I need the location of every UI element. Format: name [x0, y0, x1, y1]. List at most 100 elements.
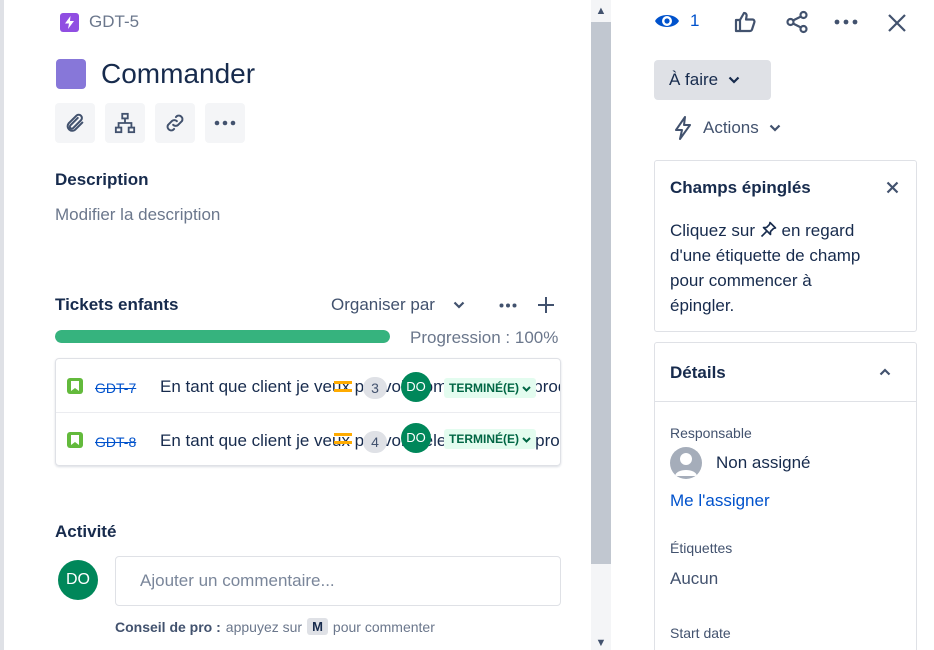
- assign-to-me-link[interactable]: Me l'assigner: [670, 491, 770, 511]
- labels-value[interactable]: Aucun: [670, 569, 718, 589]
- pinned-help-line: Cliquez sur en regard: [670, 218, 905, 243]
- chevron-down-icon: [522, 437, 532, 443]
- comment-input[interactable]: [115, 556, 561, 606]
- status-badge[interactable]: TERMINÉ(E): [444, 378, 537, 398]
- chevron-down-icon: [453, 301, 465, 309]
- pro-tip: Conseil de pro : appuyez sur M pour comm…: [115, 618, 435, 635]
- story-icon: [67, 432, 83, 448]
- pinned-fields-help: Cliquez sur en regard d'une étiquette de…: [670, 218, 905, 318]
- eye-icon: [655, 15, 679, 27]
- link-issue-button[interactable]: [155, 103, 195, 143]
- actions-label: Actions: [703, 118, 759, 137]
- priority-medium-icon: [334, 441, 352, 444]
- story-points-badge: 4: [363, 431, 387, 453]
- details-panel: Détails Responsable Non assigné Me l'ass…: [654, 342, 917, 650]
- list-item[interactable]: GDT-8 En tant que client je veux pouvoir…: [56, 412, 560, 465]
- children-more-button[interactable]: [497, 296, 519, 314]
- details-title: Détails: [670, 363, 726, 382]
- add-child-button[interactable]: [105, 103, 145, 143]
- left-edge: [0, 0, 4, 650]
- child-issue-key[interactable]: GDT-8: [95, 434, 136, 450]
- description-field[interactable]: Modifier la description: [55, 205, 220, 225]
- close-button[interactable]: [884, 10, 910, 36]
- more-icon: [499, 303, 517, 307]
- list-item[interactable]: GDT-7 En tant que client je veux pouvoir…: [56, 359, 560, 412]
- pinned-fields-title: Champs épinglés: [670, 178, 811, 197]
- avatar[interactable]: DO: [401, 372, 431, 402]
- pinned-help-line: épingler.: [670, 296, 735, 315]
- scroll-down-icon[interactable]: ▼: [591, 634, 611, 650]
- title-row: Commander: [56, 58, 255, 90]
- thumbs-up-icon: [734, 11, 756, 33]
- actions-dropdown[interactable]: Actions: [673, 116, 781, 140]
- scrollbar-thumb[interactable]: [591, 22, 611, 564]
- pro-tip-label: Conseil de pro :: [115, 618, 221, 635]
- avatar: DO: [58, 560, 98, 600]
- progress-bar: [55, 330, 390, 343]
- status-dropdown[interactable]: À faire: [654, 60, 771, 100]
- progress-bar-fill: [55, 330, 390, 343]
- page-title[interactable]: Commander: [101, 58, 255, 90]
- pinned-fields-panel: Champs épinglés Cliquez sur en regard d'…: [654, 160, 917, 332]
- child-issues-heading: Tickets enfants: [55, 295, 179, 314]
- assignee-field[interactable]: Non assigné: [670, 447, 811, 479]
- epic-color-swatch: [56, 59, 86, 89]
- organize-by-dropdown[interactable]: Organiser par: [331, 295, 465, 315]
- plus-icon: [538, 297, 554, 313]
- scroll-up-icon[interactable]: ▲: [591, 2, 611, 20]
- vote-button[interactable]: [732, 9, 758, 35]
- assignee-value: Non assigné: [716, 453, 811, 472]
- more-icon: [834, 19, 858, 25]
- epic-icon: [60, 12, 79, 32]
- chevron-down-icon: [728, 76, 740, 84]
- story-points-badge: 3: [363, 377, 387, 399]
- description-heading: Description: [55, 170, 149, 189]
- details-header[interactable]: Détails: [655, 343, 916, 402]
- link-icon: [166, 114, 184, 132]
- status-badge[interactable]: TERMINÉ(E): [444, 429, 537, 449]
- lightning-icon: [675, 116, 691, 140]
- child-issues-list: GDT-7 En tant que client je veux pouvoir…: [55, 358, 561, 466]
- status-badge-label: TERMINÉ(E): [449, 381, 519, 395]
- progress-label: Progression : 100%: [410, 328, 559, 347]
- chevron-up-icon: [879, 368, 891, 376]
- status-dropdown-label: À faire: [669, 70, 719, 89]
- assignee-label: Responsable: [670, 425, 752, 441]
- chevron-down-icon: [522, 386, 532, 392]
- issue-toolbar: [55, 103, 245, 143]
- pinned-help-before: Cliquez sur: [670, 221, 756, 240]
- pin-icon: [760, 221, 777, 238]
- story-icon: [67, 378, 83, 394]
- activity-heading: Activité: [55, 522, 117, 538]
- labels-label: Étiquettes: [670, 540, 733, 556]
- more-actions-button[interactable]: [205, 103, 245, 143]
- paperclip-icon: [66, 113, 84, 132]
- pinned-help-line: d'une étiquette de champ: [670, 246, 861, 265]
- more-button[interactable]: [833, 17, 859, 27]
- unassigned-avatar-icon: [670, 447, 702, 479]
- add-child-issue-button[interactable]: [535, 294, 557, 316]
- pro-tip-text: appuyez sur: [225, 618, 303, 635]
- share-icon: [786, 10, 808, 34]
- avatar[interactable]: DO: [401, 423, 431, 453]
- priority-medium-icon: [334, 389, 352, 392]
- activity-heading-wrap: Activité: [55, 522, 255, 538]
- priority-medium-icon: [334, 433, 352, 436]
- close-pinned-button[interactable]: [882, 178, 902, 196]
- more-icon: [214, 120, 236, 126]
- keyboard-shortcut-badge: M: [307, 618, 328, 635]
- share-button[interactable]: [784, 9, 810, 35]
- priority-medium-icon: [334, 381, 352, 384]
- breadcrumb: GDT-5: [60, 12, 139, 32]
- watch-button[interactable]: 1: [654, 10, 699, 32]
- close-icon: [886, 181, 898, 193]
- status-badge-label: TERMINÉ(E): [449, 432, 519, 446]
- pinned-help-line: pour commencer à: [670, 271, 812, 290]
- watchers-count: 1: [690, 11, 700, 30]
- attach-button[interactable]: [55, 103, 95, 143]
- hierarchy-icon: [114, 112, 136, 134]
- child-issue-key[interactable]: GDT-7: [95, 380, 136, 396]
- close-icon: [888, 14, 906, 32]
- pinned-help-after: en regard: [781, 221, 855, 240]
- issue-key-link[interactable]: GDT-5: [89, 12, 139, 32]
